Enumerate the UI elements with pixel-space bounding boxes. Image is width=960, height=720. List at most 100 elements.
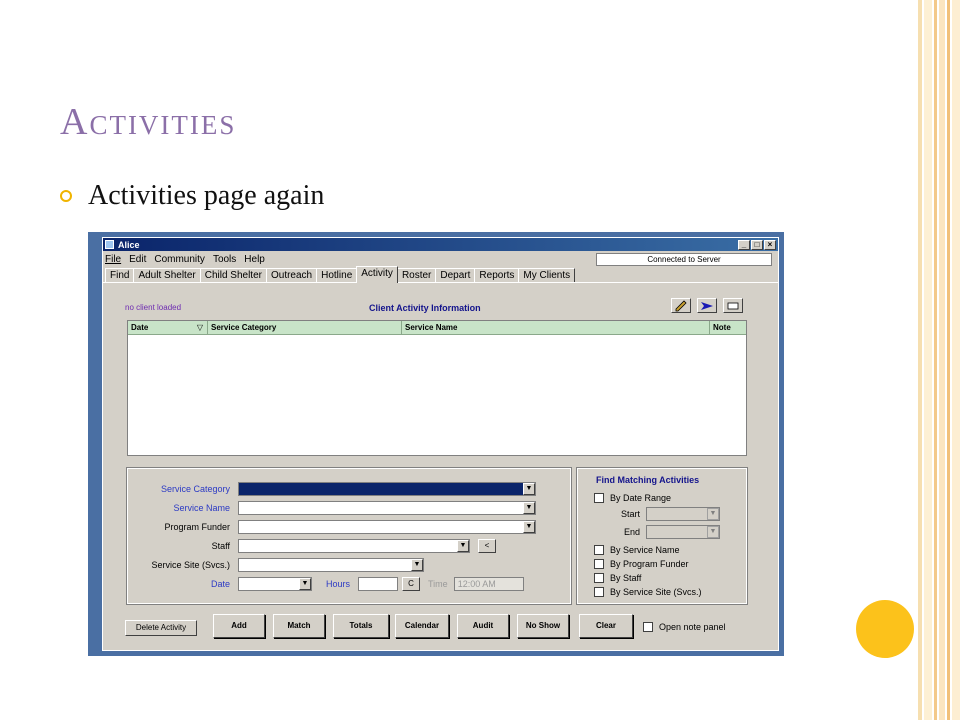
maximize-button[interactable]: □: [751, 239, 763, 250]
menu-community[interactable]: Community: [154, 254, 205, 265]
column-date[interactable]: Date ▽: [128, 321, 208, 334]
staff-label: Staff: [211, 541, 230, 551]
tab-bar: Find Adult Shelter Child Shelter Outreac…: [103, 266, 778, 283]
chevron-down-icon: ▼: [707, 508, 719, 520]
bullet-icon: [60, 190, 72, 202]
tab-adult-shelter[interactable]: Adult Shelter: [133, 268, 201, 282]
chevron-down-icon: ▼: [523, 483, 535, 495]
by-staff-option[interactable]: By Staff: [594, 573, 641, 583]
service-name-label: Service Name: [173, 503, 230, 513]
checkbox[interactable]: [594, 587, 604, 597]
open-note-option[interactable]: Open note panel: [643, 622, 726, 632]
tab-my-clients[interactable]: My Clients: [518, 268, 576, 282]
activity-grid[interactable]: Date ▽ Service Category Service Name Not…: [127, 320, 747, 456]
clear-button[interactable]: Clear: [579, 614, 633, 638]
chevron-down-icon: ▼: [411, 559, 423, 571]
go-button[interactable]: [697, 298, 717, 313]
by-service-site-option[interactable]: By Service Site (Svcs.): [594, 587, 702, 597]
tab-find[interactable]: Find: [105, 268, 135, 282]
checkbox[interactable]: [643, 622, 653, 632]
print-button[interactable]: [723, 298, 743, 313]
client-status: no client loaded: [125, 303, 182, 312]
panel-heading: Client Activity Information: [369, 303, 481, 313]
tab-child-shelter[interactable]: Child Shelter: [199, 268, 267, 282]
chevron-down-icon: ▼: [457, 540, 469, 552]
app-window: Alice _ □ × File Edit Community Tools He…: [102, 237, 779, 651]
border-stripe: [952, 0, 960, 720]
bullet-text: Activities page again: [88, 180, 325, 211]
checkbox[interactable]: [594, 493, 604, 503]
title-bar: Alice _ □ ×: [103, 238, 778, 251]
arrow-right-icon: [701, 301, 713, 310]
calendar-button[interactable]: Calendar: [395, 614, 449, 638]
service-name-select[interactable]: ▼: [238, 501, 536, 515]
time-input[interactable]: 12:00 AM: [453, 577, 524, 591]
border-stripe: [924, 0, 932, 720]
service-category-select[interactable]: ▼: [238, 482, 536, 496]
edit-button[interactable]: [671, 298, 691, 313]
border-stripe: [918, 0, 922, 720]
by-program-funder-option[interactable]: By Program Funder: [594, 559, 689, 569]
menu-help[interactable]: Help: [244, 254, 265, 265]
tab-roster[interactable]: Roster: [396, 268, 437, 282]
date-row: Date ▼ Hours C Time 12:00 AM: [128, 577, 524, 591]
by-date-range-option[interactable]: By Date Range: [594, 493, 671, 503]
slide-title: Activities: [60, 101, 237, 143]
border-stripe: [947, 0, 950, 720]
date-select[interactable]: ▼: [238, 577, 312, 591]
service-site-select[interactable]: ▼: [238, 558, 424, 572]
tab-outreach[interactable]: Outreach: [265, 268, 318, 282]
checkbox[interactable]: [594, 545, 604, 555]
checkbox[interactable]: [594, 559, 604, 569]
program-funder-row: Program Funder ▼: [128, 520, 536, 534]
find-matching-panel: Find Matching Activities By Date Range S…: [576, 467, 748, 605]
start-select[interactable]: ▼: [646, 507, 720, 521]
start-label: Start: [620, 509, 640, 519]
start-row: Start ▼: [608, 507, 720, 521]
no-show-button[interactable]: No Show: [517, 614, 569, 638]
sort-icon: ▽: [196, 323, 203, 332]
hours-clear-button[interactable]: C: [402, 577, 421, 591]
app-icon: [105, 240, 114, 249]
menu-bar: File Edit Community Tools Help Connected…: [103, 251, 778, 267]
close-button[interactable]: ×: [764, 239, 776, 250]
checkbox-label: By Date Range: [610, 493, 672, 503]
tab-depart[interactable]: Depart: [435, 268, 476, 282]
staff-clear-button[interactable]: <: [478, 539, 496, 553]
column-service-name[interactable]: Service Name: [402, 321, 710, 334]
menu-file[interactable]: File: [105, 254, 121, 265]
action-bar: Delete Activity Add Match Totals Calenda…: [103, 614, 778, 642]
program-funder-select[interactable]: ▼: [238, 520, 536, 534]
chevron-down-icon: ▼: [523, 521, 535, 533]
end-label: End: [623, 527, 640, 537]
screenshot-frame: Alice _ □ × File Edit Community Tools He…: [88, 232, 784, 656]
column-service-category[interactable]: Service Category: [208, 321, 402, 334]
delete-activity-button[interactable]: Delete Activity: [125, 620, 197, 636]
chevron-down-icon: ▼: [299, 578, 311, 590]
end-select[interactable]: ▼: [646, 525, 720, 539]
hours-input[interactable]: [358, 577, 399, 591]
checkbox[interactable]: [594, 573, 604, 583]
chevron-down-icon: ▼: [523, 502, 535, 514]
window-title: Alice: [118, 239, 140, 250]
time-label: Time: [428, 579, 448, 589]
hours-label: Hours: [326, 579, 351, 589]
by-service-name-option[interactable]: By Service Name: [594, 545, 680, 555]
tab-reports[interactable]: Reports: [474, 268, 520, 282]
activity-form: Service Category ▼ Service Name ▼ Progra…: [126, 467, 572, 605]
menu-edit[interactable]: Edit: [129, 254, 146, 265]
audit-button[interactable]: Audit: [457, 614, 509, 638]
staff-select[interactable]: ▼: [238, 539, 470, 553]
add-button[interactable]: Add: [213, 614, 265, 638]
decorative-circle: [856, 600, 914, 658]
staff-row: Staff ▼ <: [128, 539, 496, 553]
minimize-button[interactable]: _: [738, 239, 750, 250]
column-note[interactable]: Note: [710, 321, 746, 334]
match-button[interactable]: Match: [273, 614, 325, 638]
find-title: Find Matching Activities: [596, 475, 700, 485]
tab-activity[interactable]: Activity: [356, 266, 398, 283]
totals-button[interactable]: Totals: [333, 614, 389, 638]
menu-tools[interactable]: Tools: [213, 254, 236, 265]
tab-hotline[interactable]: Hotline: [316, 268, 358, 282]
border-stripe: [934, 0, 937, 720]
